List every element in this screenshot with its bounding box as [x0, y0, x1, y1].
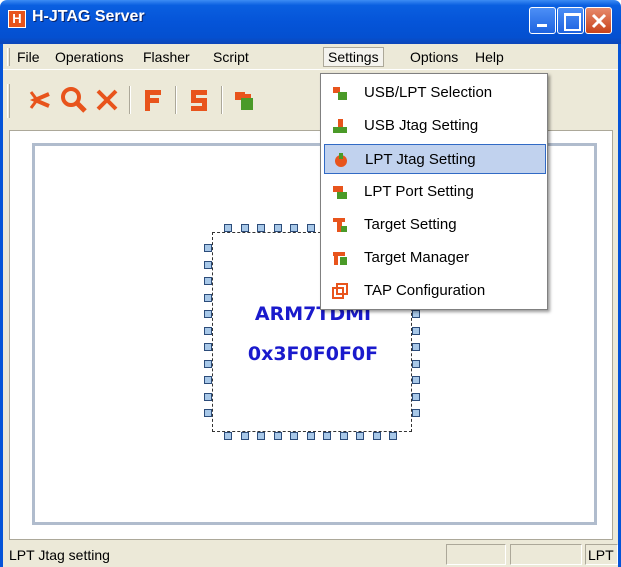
status-message: LPT Jtag setting [9, 547, 110, 563]
chip-pin [306, 432, 315, 440]
tap-configuration-icon [332, 283, 348, 299]
chip-pin [412, 343, 420, 351]
toolbar-separator [221, 86, 223, 114]
chip-pin [257, 432, 265, 440]
chip-pin [273, 224, 282, 232]
search-button[interactable] [58, 84, 90, 116]
usb-lpt-selection-icon [333, 87, 347, 100]
target-setting-icon [333, 218, 347, 232]
menu-file[interactable]: File [17, 49, 40, 65]
lpt-port-icon [333, 186, 347, 199]
maximize-button[interactable] [557, 7, 584, 34]
cross-icon [96, 89, 118, 111]
status-pane-2 [510, 544, 582, 565]
menu-item-label: Target Manager [364, 249, 470, 266]
chip-pin [224, 432, 232, 440]
chip-pin [204, 326, 212, 335]
app-icon: H [8, 10, 26, 28]
title-bar[interactable]: H H-JTAG Server [0, 0, 621, 44]
script-s-icon [191, 90, 207, 111]
chip-id: 0x3F0F0F0F [247, 343, 379, 365]
chip-pin [290, 224, 298, 232]
menu-options[interactable]: Options [410, 49, 458, 65]
script-button[interactable] [183, 84, 215, 116]
chip-pin [273, 432, 282, 440]
menu-flasher[interactable]: Flasher [143, 49, 190, 65]
arrow-left-icon [29, 91, 50, 109]
chip-pin [240, 432, 249, 440]
flasher-f-icon [145, 90, 161, 111]
menu-lpt-port-setting[interactable]: LPT Port Setting [324, 177, 546, 207]
status-pane-3: LPT [585, 544, 618, 565]
chip-pin [412, 359, 420, 368]
chip-pin [224, 224, 232, 232]
delete-button[interactable] [91, 84, 123, 116]
menu-operations[interactable]: Operations [55, 49, 123, 65]
flasher-button[interactable] [137, 84, 169, 116]
chip-pin [204, 277, 212, 285]
connect-arrow-button[interactable] [23, 84, 55, 116]
toolbar-separator [175, 86, 177, 114]
chip-pin [412, 376, 420, 384]
menu-settings[interactable]: Settings [323, 47, 384, 67]
chip-pin [204, 376, 212, 384]
menu-usb-lpt-selection[interactable]: USB/LPT Selection [324, 78, 546, 108]
chip-pin [204, 409, 212, 417]
chip-pin [412, 409, 420, 417]
chip-pin [412, 392, 420, 401]
chip-pin [412, 326, 420, 335]
menu-target-manager[interactable]: Target Manager [324, 243, 546, 273]
target-manager-icon [333, 252, 347, 265]
toolbar-separator [129, 86, 131, 114]
chip-pin [204, 343, 212, 351]
window-title: H-JTAG Server [32, 8, 145, 25]
lpt-jtag-icon [335, 153, 347, 167]
close-button[interactable] [585, 7, 612, 34]
menu-script[interactable]: Script [213, 49, 249, 65]
menu-item-label: USB Jtag Setting [364, 117, 479, 134]
toolbar-grip[interactable] [7, 84, 10, 118]
menu-item-label: Target Setting [364, 216, 457, 233]
chip-pin [204, 310, 212, 318]
chip-pin [240, 224, 249, 232]
menu-help[interactable]: Help [475, 49, 504, 65]
chip-pin [204, 392, 212, 401]
menu-item-label: LPT Port Setting [364, 183, 474, 200]
usb-jtag-icon [333, 119, 347, 133]
chip-pin [257, 224, 265, 232]
chip-pin [323, 432, 331, 440]
menu-lpt-jtag-setting[interactable]: LPT Jtag Setting [324, 144, 546, 174]
chip-pin [204, 244, 212, 252]
settings-button[interactable] [229, 84, 261, 116]
menu-tap-configuration[interactable]: TAP Configuration [324, 276, 546, 306]
menubar-grip[interactable] [7, 48, 10, 66]
chip-pin [356, 432, 364, 440]
status-pane-1 [446, 544, 506, 565]
menu-item-label: USB/LPT Selection [364, 84, 493, 101]
chip-pin [204, 293, 212, 302]
menu-usb-jtag-setting[interactable]: USB Jtag Setting [324, 111, 546, 141]
menu-item-label: LPT Jtag Setting [365, 151, 476, 168]
chip-pin [306, 224, 315, 232]
chip-pin [204, 359, 212, 368]
close-icon [591, 13, 607, 29]
status-bar: LPT Jtag setting LPT [3, 541, 618, 567]
chip-pin [204, 260, 212, 269]
magnifier-icon [61, 87, 87, 113]
settings-dropdown-menu: USB/LPT Selection USB Jtag Setting LPT J… [320, 73, 548, 310]
chip-pin [339, 432, 348, 440]
chip-pin [372, 432, 381, 440]
menu-target-setting[interactable]: Target Setting [324, 210, 546, 240]
chip-pin [389, 432, 397, 440]
chip-pin [290, 432, 298, 440]
usb-lpt-icon [235, 92, 253, 110]
menu-item-label: TAP Configuration [364, 282, 486, 299]
menu-bar: File Operations Flasher Script Settings … [3, 44, 618, 70]
minimize-button[interactable] [529, 7, 556, 34]
chip-pin [412, 310, 420, 318]
